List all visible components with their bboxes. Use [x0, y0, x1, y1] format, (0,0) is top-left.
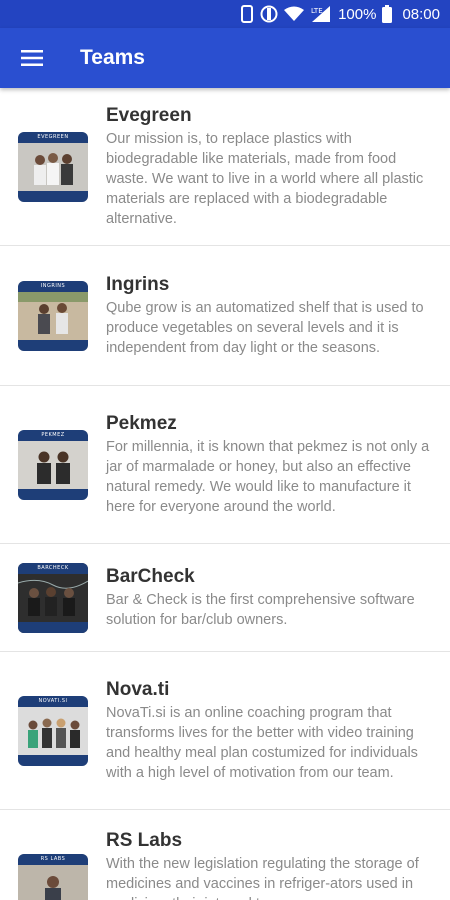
team-text: Nova.ti NovaTi.si is an online coaching … — [106, 679, 450, 783]
thumb-footer — [18, 339, 88, 351]
battery-icon — [382, 5, 393, 23]
team-thumbnail: BARCHECK — [18, 562, 88, 633]
team-name: BarCheck — [106, 565, 195, 587]
app-bar: Teams — [0, 28, 450, 88]
battery-percent: 100% — [338, 5, 377, 23]
thumb-footer — [18, 754, 88, 766]
vibrate-icon — [240, 5, 254, 23]
team-thumbnail: PEKMEZ — [18, 429, 88, 500]
thumb-footer — [18, 488, 88, 500]
svg-text:LTE: LTE — [311, 7, 323, 15]
team-item-evegreen[interactable]: EVEGREEN Evegreen Our mission is, to rep… — [0, 88, 450, 246]
team-name: RS Labs — [106, 830, 183, 851]
team-name: Nova.ti — [106, 678, 170, 700]
team-item-pekmez[interactable]: PEKMEZ Pekmez For millennia, it is known… — [0, 386, 450, 544]
team-item-barcheck[interactable]: BARCHECK BarCheck Bar & Check is the fir… — [0, 544, 450, 652]
page-title: Teams — [80, 46, 145, 69]
team-text: Ingrins Qube grow is an automatized shel… — [106, 274, 450, 358]
team-name: Pekmez — [106, 412, 177, 434]
team-name: Ingrins — [106, 273, 170, 295]
status-bar: LTE 100% 08:00 — [0, 0, 450, 28]
team-thumbnail: EVEGREEN — [18, 131, 88, 202]
team-text: BarCheck Bar & Check is the first compre… — [106, 566, 450, 630]
team-text: Evegreen Our mission is, to replace plas… — [106, 105, 450, 229]
clock-time: 08:00 — [402, 5, 440, 23]
team-item-ingrins[interactable]: INGRINS Ingrins Qube grow is an automati… — [0, 246, 450, 386]
team-thumbnail: INGRINS — [18, 280, 88, 351]
thumb-footer — [18, 190, 88, 202]
team-thumbnail: RS LABS — [18, 854, 88, 900]
team-name: Evegreen — [106, 104, 192, 126]
team-item-novati[interactable]: NOVATI.SI Nova.ti NovaTi.si is an online… — [0, 652, 450, 810]
team-description: NovaTi.si is an online coaching program … — [106, 704, 418, 781]
team-text: Pekmez For millennia, it is known that p… — [106, 413, 450, 517]
menu-button[interactable] — [0, 28, 64, 88]
team-text: RS Labs With the new legislation regulat… — [106, 830, 450, 900]
hamburger-menu-icon — [21, 50, 43, 66]
team-description: Our mission is, to replace plastics with… — [106, 130, 424, 227]
thumb-footer — [18, 621, 88, 633]
team-description: Bar & Check is the first comprehensive s… — [106, 591, 415, 628]
team-thumbnail: NOVATI.SI — [18, 695, 88, 766]
team-description: With the new legislation regulating the … — [106, 856, 419, 900]
wifi-icon — [284, 5, 305, 23]
team-description: For millennia, it is known that pekmez i… — [106, 438, 430, 515]
team-description: Qube grow is an automatized shelf that i… — [106, 299, 424, 356]
do-not-disturb-icon — [260, 5, 278, 23]
screen: LTE 100% 08:00 Teams EVEGREEN Evegreen O… — [0, 0, 450, 900]
team-item-rslabs[interactable]: RS LABS RS Labs With the new legislation… — [0, 810, 450, 900]
lte-signal-icon: LTE — [310, 5, 332, 23]
teams-list: EVEGREEN Evegreen Our mission is, to rep… — [0, 88, 450, 900]
